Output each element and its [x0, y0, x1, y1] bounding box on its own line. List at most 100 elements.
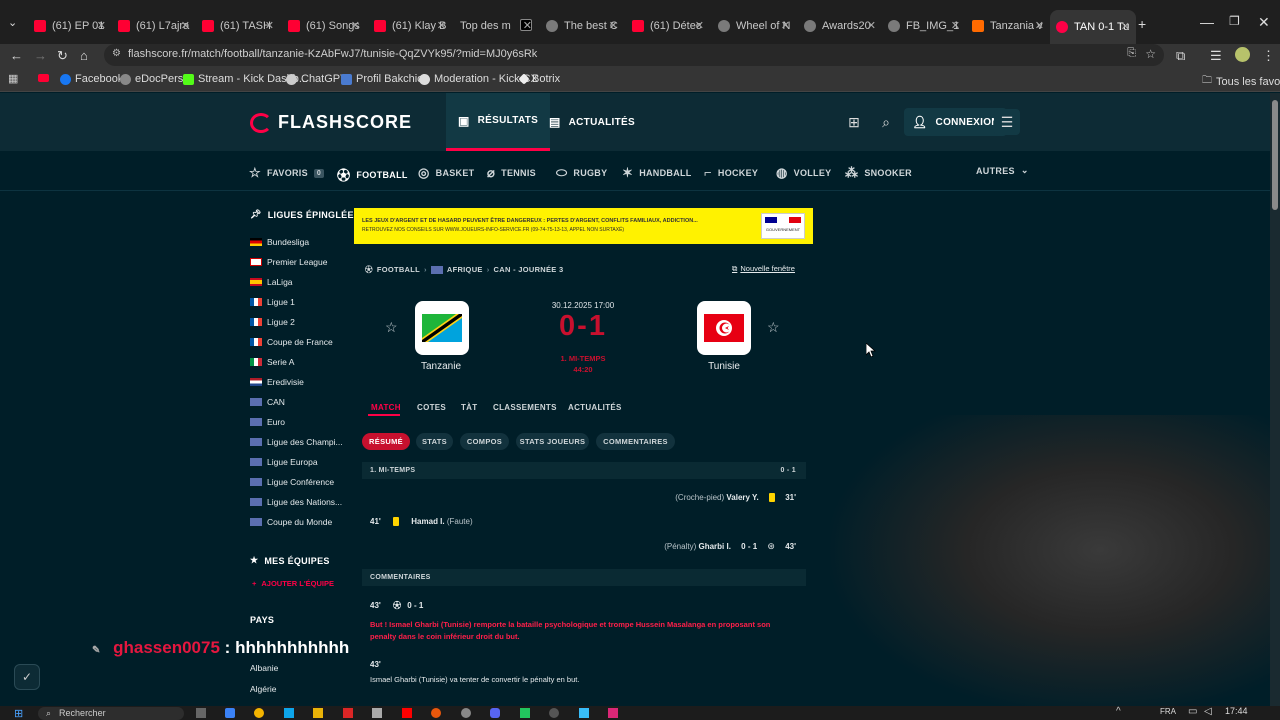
favorite-home-star-icon[interactable]: ☆	[385, 319, 398, 336]
address-bar[interactable]: ⚙ flashscore.fr/match/football/tanzanie-…	[104, 44, 1164, 66]
tray-chevron-up-icon[interactable]: ^	[1116, 706, 1121, 717]
app-icon[interactable]	[343, 708, 353, 718]
tab-match[interactable]: MATCH	[371, 403, 401, 412]
browser-tab[interactable]: Tanzania v ✕	[966, 14, 1050, 38]
browser-tab[interactable]: (61) EP 01 ✕	[28, 14, 112, 38]
copilot-icon[interactable]	[225, 708, 235, 718]
tab-news[interactable]: ACTUALITÉS	[568, 403, 622, 412]
extensions-icon[interactable]: ⧉	[1176, 48, 1185, 64]
bookmark-item[interactable]: Profil Bakchich	[341, 73, 429, 85]
browser-tab[interactable]: Awards20 ✕	[798, 14, 882, 38]
search-icon[interactable]: ⌕	[873, 109, 899, 135]
league-item[interactable]: Bundesliga	[250, 237, 309, 247]
close-tab-icon[interactable]: ✕	[695, 19, 704, 32]
reload-icon[interactable]: ↻	[57, 48, 68, 64]
app-icon[interactable]	[461, 708, 471, 718]
league-item[interactable]: Ligue des Nations...	[250, 497, 342, 507]
taskbar-search[interactable]: ⌕ Rechercher	[38, 707, 184, 720]
reading-list-icon[interactable]: ☰	[1210, 48, 1222, 64]
minimize-icon[interactable]: —	[1200, 14, 1214, 30]
breadcrumb-competition[interactable]: CAN - JOURNÉE 3	[494, 265, 564, 274]
nav-results[interactable]: ▣ RÉSULTATS	[446, 93, 551, 151]
league-item[interactable]: Ligue 1	[250, 297, 295, 307]
close-tab-icon[interactable]: ✕	[351, 19, 360, 32]
league-item[interactable]: Eredivisie	[250, 377, 304, 387]
event-row-yellow-card[interactable]: 41' Hamad I. (Faute)	[370, 517, 473, 527]
away-team-logo[interactable]	[697, 301, 751, 355]
forward-icon[interactable]: →	[34, 48, 47, 63]
sport-more-dropdown[interactable]: AUTRES ⌄	[976, 165, 1029, 176]
away-team-name[interactable]: Tunisie	[674, 361, 774, 372]
restore-icon[interactable]: ❐	[1229, 14, 1240, 28]
browser-tab[interactable]: (61) L7ajra ✕	[112, 14, 196, 38]
close-tab-icon[interactable]: ✕	[1035, 19, 1044, 32]
close-tab-icon[interactable]: ✕	[609, 19, 618, 32]
tab-standings[interactable]: CLASSEMENTS	[493, 403, 557, 412]
close-window-icon[interactable]: ✕	[1258, 14, 1270, 31]
event-player[interactable]: Hamad I.	[411, 517, 444, 526]
obs-icon[interactable]	[549, 708, 559, 718]
close-tab-icon[interactable]: ✕	[97, 19, 106, 32]
home-team-logo[interactable]	[415, 301, 469, 355]
breadcrumb-africa[interactable]: AFRIQUE	[447, 265, 483, 274]
sport-tennis[interactable]: ⌀ TENNIS	[487, 165, 536, 181]
league-item[interactable]: Ligue Conférence	[250, 477, 334, 487]
privacy-shield-icon[interactable]: ✓	[14, 664, 40, 690]
bookmark-item[interactable]: Botrix	[518, 73, 560, 85]
apps-grid-icon[interactable]: ▦	[8, 72, 18, 85]
bookmark-item[interactable]: Facebook	[60, 73, 123, 85]
sport-handball[interactable]: ✶ HANDBALL	[622, 165, 692, 181]
league-item[interactable]: CAN	[250, 397, 285, 407]
youtube-icon[interactable]	[402, 708, 412, 718]
app-icon[interactable]	[431, 708, 441, 718]
windows-start-icon[interactable]: ⊞	[14, 707, 23, 720]
bookmark-item[interactable]: ChatGPT	[286, 73, 347, 85]
close-tab-icon[interactable]: ✕	[437, 19, 446, 32]
volume-icon[interactable]: ◁	[1204, 706, 1212, 717]
new-window-link[interactable]: ⧉ Nouvelle fenêtre	[732, 264, 795, 274]
tab-h2h[interactable]: TÀT	[461, 403, 477, 412]
subtab-player-stats[interactable]: STATS JOUEURS	[516, 433, 589, 450]
league-item[interactable]: Ligue Europa	[250, 457, 318, 467]
event-player[interactable]: Valery Y.	[726, 493, 758, 502]
youtube-icon[interactable]	[38, 74, 49, 82]
event-player[interactable]: Gharbi I.	[698, 542, 730, 551]
sport-basket[interactable]: ◎ BASKET	[418, 165, 474, 181]
subtab-stats[interactable]: STATS	[416, 433, 453, 450]
app-icon[interactable]	[579, 708, 589, 718]
sport-hockey[interactable]: ⌐ HOCKEY	[704, 165, 758, 180]
store-icon[interactable]	[284, 708, 294, 718]
league-item[interactable]: Euro	[250, 417, 285, 427]
favorite-away-star-icon[interactable]: ☆	[767, 319, 780, 336]
close-tab-icon[interactable]: ✕	[781, 19, 790, 32]
league-item[interactable]: Coupe de France	[250, 337, 333, 347]
site-info-icon[interactable]: ⚙	[112, 48, 121, 59]
subtab-summary[interactable]: RÉSUMÉ	[362, 433, 410, 450]
gambling-warning-banner[interactable]: LES JEUX D'ARGENT ET DE HASARD PEUVENT Ê…	[354, 208, 813, 244]
add-team-link[interactable]: + AJOUTER L'ÉQUIPE	[252, 579, 334, 588]
close-tab-icon[interactable]: ✕	[951, 19, 960, 32]
browser-tab-active[interactable]: TAN 0-1 Tu ✕	[1050, 10, 1136, 44]
sport-rugby[interactable]: ⬭ RUGBY	[556, 165, 607, 181]
browser-tab[interactable]: Top des m ✕	[454, 14, 538, 38]
home-team-name[interactable]: Tanzanie	[391, 361, 491, 372]
bookmark-item[interactable]: eDocPerso	[120, 73, 189, 85]
back-icon[interactable]: ←	[10, 48, 23, 63]
nav-news[interactable]: ▤ ACTUALITÉS	[549, 93, 635, 151]
scrollbar-thumb[interactable]	[1272, 100, 1278, 210]
country-item[interactable]: Algérie	[250, 684, 276, 694]
menu-kebab-icon[interactable]: ⋮	[1262, 48, 1275, 64]
browser-tab[interactable]: FB_IMG_1 ✕	[882, 14, 966, 38]
browser-tab[interactable]: (61) TASH ✕	[196, 14, 280, 38]
event-row-yellow-card[interactable]: (Croche-pied) Valery Y. 31'	[675, 493, 796, 503]
country-item[interactable]: Albanie	[250, 663, 278, 673]
clock-time[interactable]: 17:44	[1225, 706, 1248, 716]
league-item[interactable]: Serie A	[250, 357, 294, 367]
league-item[interactable]: Ligue 2	[250, 317, 295, 327]
tab-odds[interactable]: COTES	[417, 403, 446, 412]
subtab-commentary[interactable]: COMMENTAIRES	[596, 433, 675, 450]
close-tab-icon[interactable]: ✕	[265, 19, 274, 32]
close-tab-icon[interactable]: ✕	[1121, 20, 1130, 33]
home-icon[interactable]: ⌂	[80, 48, 88, 63]
league-item[interactable]: Ligue des Champi...	[250, 437, 343, 447]
